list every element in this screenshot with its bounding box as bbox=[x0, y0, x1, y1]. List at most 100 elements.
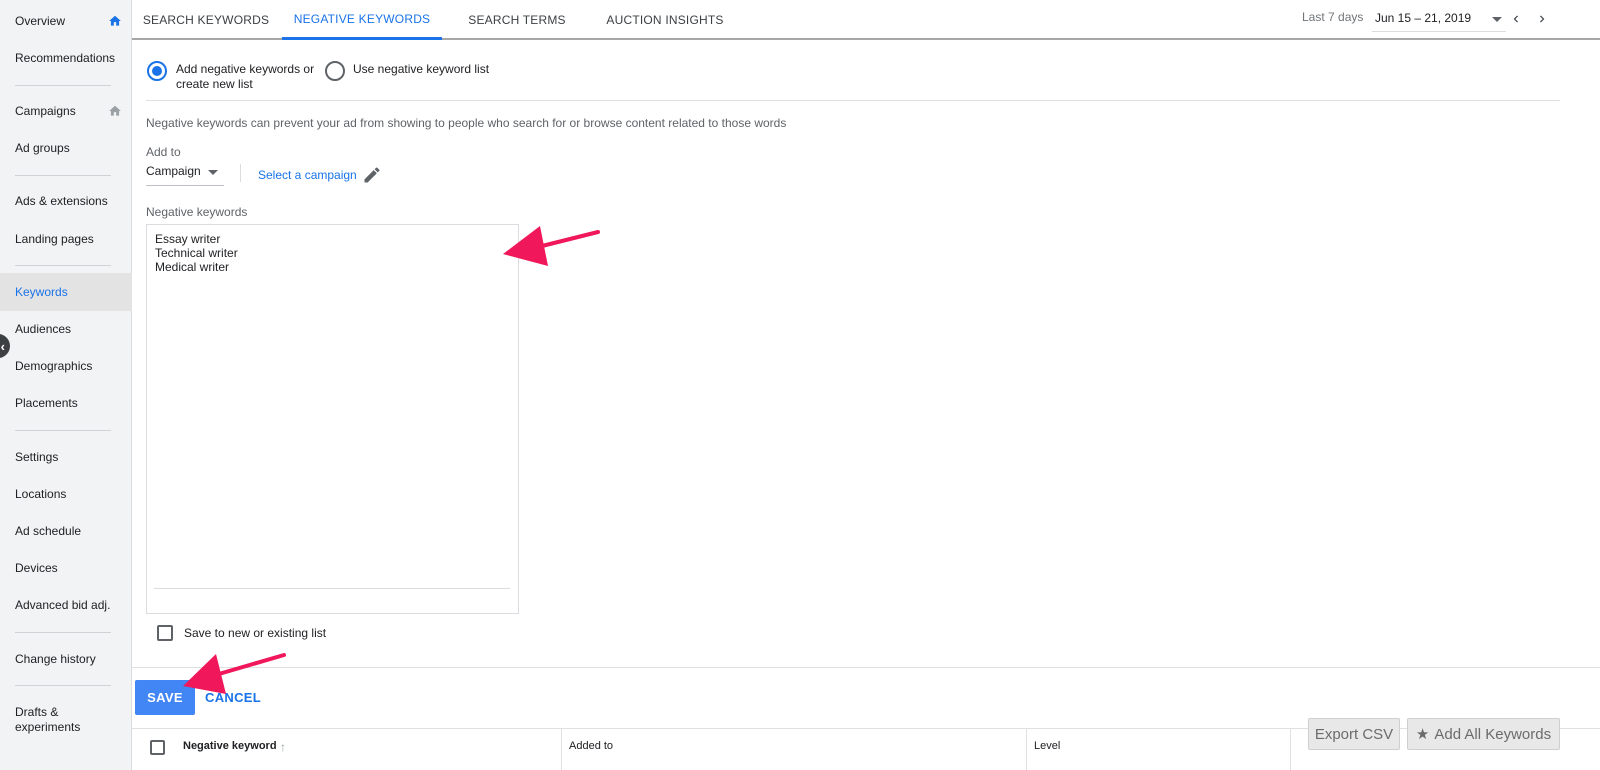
next-period-button[interactable] bbox=[1532, 8, 1552, 30]
date-range-label: Last 7 days bbox=[1302, 10, 1364, 24]
sort-arrow-icon[interactable]: ↑ bbox=[280, 740, 286, 754]
tab-search-terms[interactable]: SEARCH TERMS bbox=[462, 0, 572, 40]
negative-keywords-description: Negative keywords can prevent your ad fr… bbox=[146, 116, 787, 130]
tab-label: SEARCH TERMS bbox=[468, 13, 566, 27]
tab-label: AUCTION INSIGHTS bbox=[606, 13, 724, 27]
sidebar-item-settings[interactable]: Settings bbox=[0, 438, 132, 476]
previous-period-button[interactable] bbox=[1506, 8, 1526, 30]
sidebar-item-label: Campaigns bbox=[15, 104, 76, 118]
pencil-icon[interactable] bbox=[362, 165, 382, 185]
keyword-line: Medical writer bbox=[155, 260, 230, 274]
caret-down-icon bbox=[1492, 17, 1502, 22]
sidebar-item-advanced-bid-adj[interactable]: Advanced bid adj. bbox=[0, 586, 132, 624]
column-separator bbox=[1026, 728, 1027, 770]
add-all-keywords-button[interactable]: ★ Add All Keywords bbox=[1407, 718, 1560, 750]
save-button[interactable]: SAVE bbox=[135, 680, 195, 715]
export-csv-button[interactable]: Export CSV bbox=[1308, 718, 1400, 750]
sidebar-item-label: Advanced bid adj. bbox=[15, 598, 111, 612]
keyword-line: Technical writer bbox=[155, 246, 238, 260]
sidebar-item-ads-extensions[interactable]: Ads & extensions bbox=[0, 182, 132, 220]
tab-label: NEGATIVE KEYWORDS bbox=[293, 11, 431, 26]
sidebar-item-label: Settings bbox=[15, 450, 59, 464]
chevron-right-icon bbox=[1540, 15, 1545, 23]
sidebar-item-demographics[interactable]: Demographics bbox=[0, 347, 132, 385]
use-negative-keyword-list-label[interactable]: Use negative keyword list bbox=[353, 62, 489, 77]
sidebar-divider bbox=[15, 430, 111, 431]
tab-bar: SEARCH KEYWORDS NEGATIVE KEYWORDS SEARCH… bbox=[132, 0, 1600, 40]
sidebar-divider bbox=[15, 265, 111, 266]
divider bbox=[240, 164, 241, 182]
sidebar: Overview Recommendations Campaigns Ad gr… bbox=[0, 0, 132, 770]
sidebar-divider bbox=[15, 85, 111, 86]
column-separator bbox=[561, 728, 562, 770]
sidebar-item-label: Devices bbox=[15, 561, 58, 575]
add-negative-keywords-radio[interactable] bbox=[147, 61, 167, 81]
textarea-underline bbox=[154, 588, 510, 589]
sidebar-item-devices[interactable]: Devices bbox=[0, 549, 132, 587]
negative-keywords-label: Negative keywords bbox=[146, 205, 248, 219]
add-all-keywords-label: Add All Keywords bbox=[1434, 725, 1552, 743]
sidebar-item-label: Recommendations bbox=[15, 51, 116, 65]
sidebar-item-label: Keywords bbox=[15, 285, 68, 299]
sidebar-item-label: Overview bbox=[15, 14, 66, 28]
sidebar-item-label: Audiences bbox=[15, 322, 72, 336]
tab-negative-keywords[interactable]: NEGATIVE KEYWORDS bbox=[282, 0, 442, 40]
level-dropdown[interactable]: Campaign bbox=[146, 162, 224, 186]
sidebar-item-campaigns[interactable]: Campaigns bbox=[0, 92, 132, 130]
add-negative-keywords-label[interactable]: Add negative keywords or create new list bbox=[176, 62, 314, 92]
sidebar-item-label: Demographics bbox=[15, 359, 93, 373]
sidebar-item-label: Drafts & experiments bbox=[15, 705, 81, 734]
use-negative-keyword-list-radio[interactable] bbox=[325, 61, 345, 81]
sidebar-item-landing-pages[interactable]: Landing pages bbox=[0, 220, 132, 258]
column-header-negative-keyword[interactable]: Negative keyword bbox=[183, 740, 277, 752]
column-separator bbox=[1290, 728, 1291, 770]
sidebar-divider bbox=[15, 632, 111, 633]
column-header-level[interactable]: Level bbox=[1034, 740, 1060, 752]
column-header-added-to[interactable]: Added to bbox=[569, 740, 613, 752]
radio-label-line: Add negative keywords or bbox=[176, 62, 315, 76]
sidebar-item-keywords[interactable]: Keywords bbox=[0, 273, 132, 311]
sidebar-divider bbox=[15, 685, 111, 686]
date-range-select[interactable]: Jun 15 – 21, 2019 bbox=[1372, 6, 1506, 32]
divider bbox=[146, 100, 1560, 101]
radio-label-line: create new list bbox=[176, 77, 253, 91]
sidebar-item-label: Change history bbox=[15, 652, 96, 666]
sidebar-item-placements[interactable]: Placements bbox=[0, 384, 132, 422]
tab-search-keywords[interactable]: SEARCH KEYWORDS bbox=[140, 0, 272, 40]
sidebar-divider bbox=[15, 175, 111, 176]
negative-keywords-textarea[interactable] bbox=[146, 224, 519, 614]
caret-down-icon bbox=[208, 170, 218, 175]
sidebar-item-recommendations[interactable]: Recommendations bbox=[0, 39, 132, 77]
date-range-value: Jun 15 – 21, 2019 bbox=[1375, 11, 1472, 25]
level-dropdown-value: Campaign bbox=[146, 164, 201, 178]
sidebar-item-ad-groups[interactable]: Ad groups bbox=[0, 129, 132, 167]
sidebar-item-ad-schedule[interactable]: Ad schedule bbox=[0, 512, 132, 550]
sidebar-item-drafts-experiments[interactable]: Drafts & experiments bbox=[0, 700, 132, 740]
save-button-label: SAVE bbox=[147, 690, 183, 705]
annotation-arrow bbox=[183, 653, 286, 694]
keyword-line: Essay writer bbox=[155, 232, 221, 246]
chevron-left-icon: ‹ bbox=[0, 338, 5, 354]
sidebar-item-overview[interactable]: Overview bbox=[0, 2, 132, 40]
sidebar-item-label: Locations bbox=[15, 487, 67, 501]
divider bbox=[132, 667, 1600, 668]
chevron-left-icon bbox=[1513, 15, 1518, 23]
home-icon bbox=[109, 105, 121, 116]
home-icon bbox=[109, 15, 121, 26]
cancel-button[interactable]: CANCEL bbox=[205, 690, 261, 705]
sidebar-item-label: Ad groups bbox=[15, 141, 70, 155]
select-campaign-link[interactable]: Select a campaign bbox=[258, 168, 357, 182]
star-icon: ★ bbox=[1415, 726, 1430, 743]
select-all-checkbox[interactable] bbox=[150, 740, 165, 755]
export-csv-label: Export CSV bbox=[1314, 725, 1394, 743]
sidebar-item-label: Landing pages bbox=[15, 232, 94, 246]
sidebar-item-audiences[interactable]: Audiences bbox=[0, 310, 132, 348]
sidebar-item-change-history[interactable]: Change history bbox=[0, 640, 132, 678]
save-to-list-label: Save to new or existing list bbox=[184, 626, 327, 640]
tab-label: SEARCH KEYWORDS bbox=[142, 13, 270, 27]
save-to-list-checkbox[interactable] bbox=[157, 625, 173, 641]
add-to-label: Add to bbox=[146, 145, 181, 159]
tab-auction-insights[interactable]: AUCTION INSIGHTS bbox=[602, 0, 728, 40]
sidebar-item-label: Placements bbox=[15, 396, 78, 410]
sidebar-item-locations[interactable]: Locations bbox=[0, 475, 132, 513]
